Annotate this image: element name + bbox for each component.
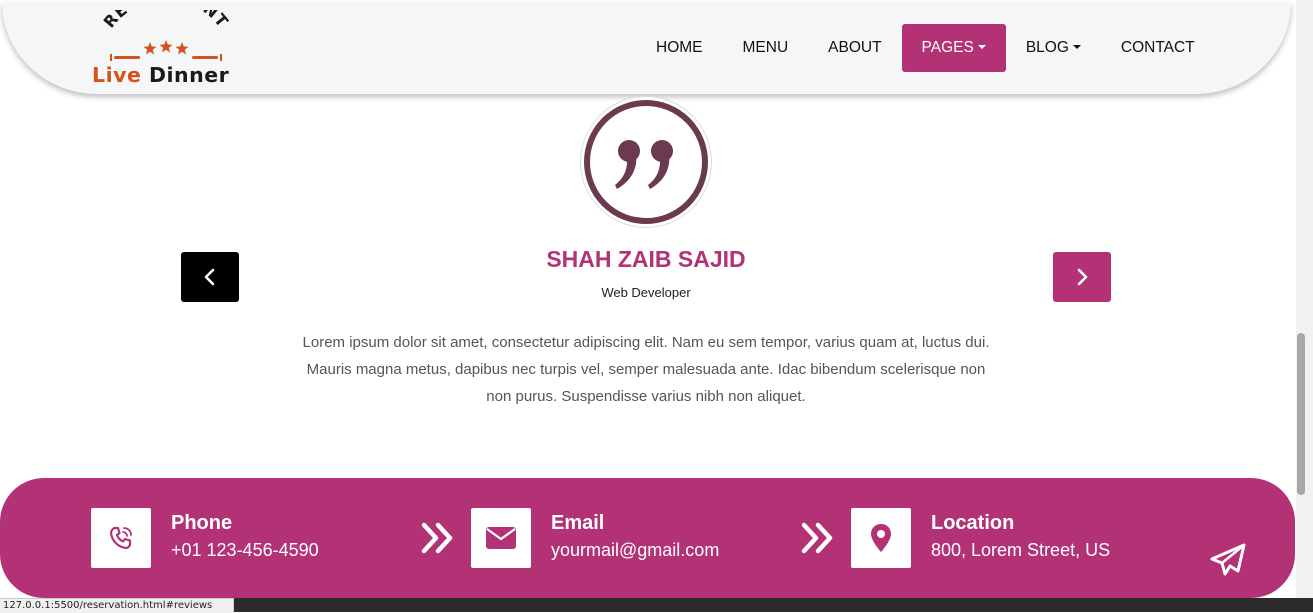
logo-word-dinner: Dinner [149,63,230,87]
nav-about[interactable]: ABOUT [808,24,901,72]
caret-down-icon [1072,45,1081,49]
reviewer-name: SHAH ZAIB SAJID [546,246,746,272]
scrollbar-thumb[interactable] [1297,333,1305,495]
double-chevron-right-icon [421,522,453,554]
phone-icon [109,526,132,550]
nav-contact-label: CONTACT [1120,39,1195,56]
paper-plane-icon[interactable] [1208,542,1248,578]
logo-word-live: Live [92,63,142,87]
nav-pages-label: PAGES [921,39,974,56]
contact-location-value: 800, Lorem Street, US [931,540,1111,560]
contact-email-value: yourmail@gmail.com [551,540,720,560]
carousel-prev-button[interactable] [181,252,239,302]
status-bar-url: 127.0.0.1:5500/reservation.html#reviews [0,598,234,613]
chevron-left-icon [204,268,215,286]
logo-emblem-icon: RESTAURANT [100,0,233,61]
review-text-line: non purus. Suspendisse varius nibh non a… [486,388,806,405]
nav-menu[interactable]: MENU [723,24,809,72]
quote-avatar [580,96,712,228]
nav-menu-label: MENU [742,39,789,56]
page: RESTAURANT Live Dinner HOME MENU ABOUT P… [0,0,1296,598]
envelope-icon [486,527,516,549]
nav-contact[interactable]: CONTACT [1101,24,1215,72]
double-chevron-right-icon [801,522,833,554]
scrollbar-track[interactable] [1296,0,1313,598]
phone-icon-box [91,508,151,568]
review-text: Lorem ipsum dolor sit amet, consectetur … [280,329,1012,410]
contact-phone-value: +01 123-456-4590 [171,540,319,560]
nav-about-label: ABOUT [828,39,882,56]
nav-blog-label: BLOG [1025,39,1069,56]
main-nav: HOME MENU ABOUT PAGES BLOG CONTACT [636,24,1215,72]
reviewer-role: Web Developer [601,285,691,300]
envelope-icon-box [471,508,531,568]
nav-home[interactable]: HOME [636,24,723,72]
svg-text:RESTAURANT: RESTAURANT [100,10,233,31]
quote-icon [584,100,708,224]
contact-bar: Phone +01 123-456-4590 Email yourmail@gm… [0,478,1295,598]
logo-wordmark: Live Dinner [92,63,229,87]
carousel-next-button[interactable] [1053,252,1111,302]
logo[interactable]: RESTAURANT Live Dinner [90,0,242,90]
contact-location-title: Location [931,512,1015,534]
nav-home-label: HOME [656,39,703,56]
contact-email-title: Email [551,512,605,534]
review-text-line: Mauris magna metus, dapibus nec turpis v… [306,361,986,378]
caret-down-icon [977,45,986,49]
map-pin-icon-box [851,508,911,568]
nav-pages-dropdown[interactable]: PAGES [901,24,1006,72]
nav-blog-dropdown[interactable]: BLOG [1006,24,1101,72]
header: RESTAURANT Live Dinner HOME MENU ABOUT P… [2,0,1291,94]
chevron-right-icon [1077,268,1088,286]
review-text-line: Lorem ipsum dolor sit amet, consectetur … [302,334,990,351]
map-pin-icon [871,524,891,552]
contact-phone-title: Phone [171,512,233,534]
